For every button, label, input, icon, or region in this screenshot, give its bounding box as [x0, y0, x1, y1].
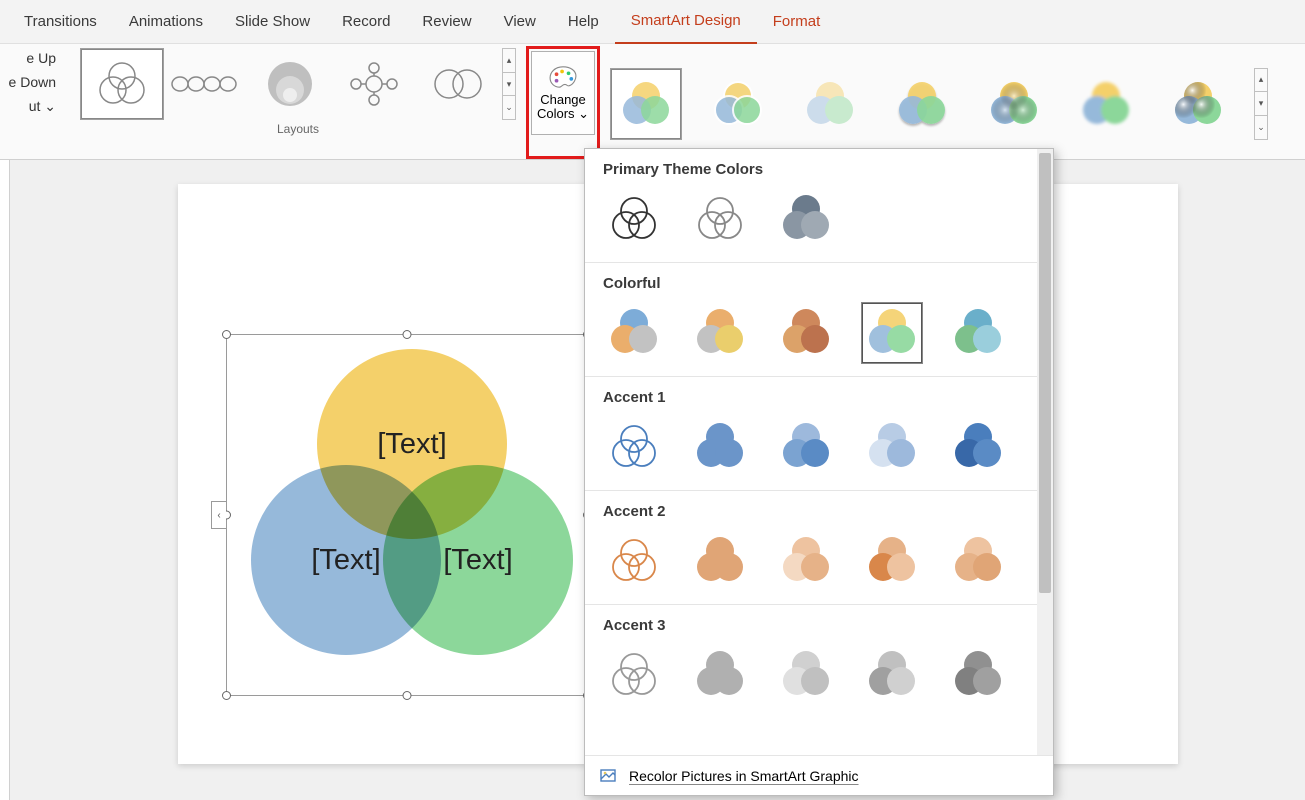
ribbon-truncated-move-group: e Up e Down ut ⌄: [0, 44, 56, 159]
tab-transitions[interactable]: Transitions: [8, 0, 113, 44]
styles-gallery-scroll[interactable]: ▴ ▾ ⌄: [1254, 68, 1268, 140]
layout-thumb-4[interactable]: [332, 48, 416, 120]
color-option-accent2-3[interactable]: [775, 530, 837, 592]
color-option-accent1-2[interactable]: [689, 416, 751, 478]
change-colors-label-1: Change: [540, 93, 586, 107]
layouts-gallery-more[interactable]: ⌄: [503, 96, 515, 119]
tab-view[interactable]: View: [488, 0, 552, 44]
dropdown-scrollbar[interactable]: [1037, 149, 1053, 755]
ribbon: e Up e Down ut ⌄ ▴ ▾ ⌄: [0, 44, 1305, 160]
recolor-pictures-menu-item[interactable]: Recolor Pictures in SmartArt Graphic: [585, 755, 1053, 795]
color-option-accent1-3[interactable]: [775, 416, 837, 478]
color-option-accent3-2[interactable]: [689, 644, 751, 706]
layouts-scroll-up[interactable]: ▴: [503, 49, 515, 73]
layouts-gallery-scroll[interactable]: ▴ ▾ ⌄: [502, 48, 516, 120]
dropdown-scroll-thumb[interactable]: [1039, 153, 1051, 593]
resize-handle-t[interactable]: [403, 330, 412, 339]
color-option-primary-2[interactable]: [689, 188, 751, 250]
style-thumb-5[interactable]: [978, 68, 1050, 140]
ribbon-tabs: Transitions Animations Slide Show Record…: [0, 0, 1305, 44]
tab-record[interactable]: Record: [326, 0, 406, 44]
styles-gallery-more[interactable]: ⌄: [1255, 116, 1267, 139]
layout-partial[interactable]: ut ⌄: [29, 98, 56, 115]
dropdown-section-accent2: Accent 2: [585, 491, 1037, 526]
layouts-group: ▴ ▾ ⌄ Layouts: [56, 44, 520, 159]
resize-handle-bl[interactable]: [222, 691, 231, 700]
layout-thumb-5[interactable]: [416, 48, 500, 120]
color-option-colorful-5[interactable]: [947, 302, 1009, 364]
text-pane-toggle[interactable]: ‹: [211, 501, 226, 529]
layout-thumb-1[interactable]: [80, 48, 164, 120]
color-option-accent3-5[interactable]: [947, 644, 1009, 706]
color-option-accent2-1[interactable]: [603, 530, 665, 592]
color-option-colorful-2[interactable]: [689, 302, 751, 364]
recolor-pictures-icon: [599, 766, 619, 786]
layouts-scroll-down[interactable]: ▾: [503, 73, 515, 97]
layouts-group-label: Layouts: [277, 122, 319, 136]
dropdown-section-colorful: Colorful: [585, 263, 1037, 298]
color-option-accent1-5[interactable]: [947, 416, 1009, 478]
dropdown-section-accent1: Accent 1: [585, 377, 1037, 412]
color-option-accent2-5[interactable]: [947, 530, 1009, 592]
smartart-selection-frame[interactable]: ‹ [Text] [Text] [Text]: [226, 334, 588, 696]
change-colors-button[interactable]: Change Colors ⌄: [531, 51, 595, 135]
move-down-partial[interactable]: e Down: [9, 74, 56, 90]
styles-scroll-up[interactable]: ▴: [1255, 69, 1267, 93]
tab-format[interactable]: Format: [757, 0, 837, 44]
slide-thumbnails-panel-truncated: [0, 160, 10, 800]
color-option-accent3-3[interactable]: [775, 644, 837, 706]
color-option-primary-3[interactable]: [775, 188, 837, 250]
color-option-colorful-3[interactable]: [775, 302, 837, 364]
color-option-colorful-1[interactable]: [603, 302, 665, 364]
tab-slide-show[interactable]: Slide Show: [219, 0, 326, 44]
color-option-accent1-1[interactable]: [603, 416, 665, 478]
color-option-colorful-4[interactable]: [861, 302, 923, 364]
style-thumb-4[interactable]: [886, 68, 958, 140]
color-option-accent3-4[interactable]: [861, 644, 923, 706]
style-thumb-6[interactable]: [1070, 68, 1142, 140]
color-option-accent1-4[interactable]: [861, 416, 923, 478]
tab-review[interactable]: Review: [406, 0, 487, 44]
change-colors-dropdown: Primary Theme Colors Colorful Accent 1 A…: [584, 148, 1054, 796]
move-up-partial[interactable]: e Up: [26, 50, 56, 66]
color-option-primary-1[interactable]: [603, 188, 665, 250]
dropdown-section-accent3: Accent 3: [585, 605, 1037, 640]
style-thumb-7[interactable]: [1162, 68, 1234, 140]
color-option-accent3-1[interactable]: [603, 644, 665, 706]
resize-handle-tl[interactable]: [222, 330, 231, 339]
palette-icon: [548, 65, 578, 89]
color-option-accent2-4[interactable]: [861, 530, 923, 592]
layout-thumb-2[interactable]: [164, 48, 248, 120]
tab-help[interactable]: Help: [552, 0, 615, 44]
tab-animations[interactable]: Animations: [113, 0, 219, 44]
tab-smartart-design[interactable]: SmartArt Design: [615, 0, 757, 44]
layout-thumb-3[interactable]: [248, 48, 332, 120]
venn-circle-3[interactable]: [Text]: [383, 465, 573, 655]
change-colors-highlight: Change Colors ⌄: [526, 46, 600, 159]
style-thumb-1[interactable]: [610, 68, 682, 140]
style-thumb-3[interactable]: [794, 68, 866, 140]
recolor-pictures-label: Recolor Pictures in SmartArt Graphic: [629, 768, 859, 784]
venn-smartart[interactable]: [Text] [Text] [Text]: [245, 345, 571, 671]
style-thumb-2[interactable]: [702, 68, 774, 140]
resize-handle-b[interactable]: [403, 691, 412, 700]
change-colors-label-2: Colors ⌄: [537, 107, 589, 121]
smartart-styles-gallery: ▴ ▾ ⌄: [610, 48, 1268, 159]
dropdown-section-primary: Primary Theme Colors: [585, 149, 1037, 184]
styles-scroll-down[interactable]: ▾: [1255, 92, 1267, 116]
color-option-accent2-2[interactable]: [689, 530, 751, 592]
